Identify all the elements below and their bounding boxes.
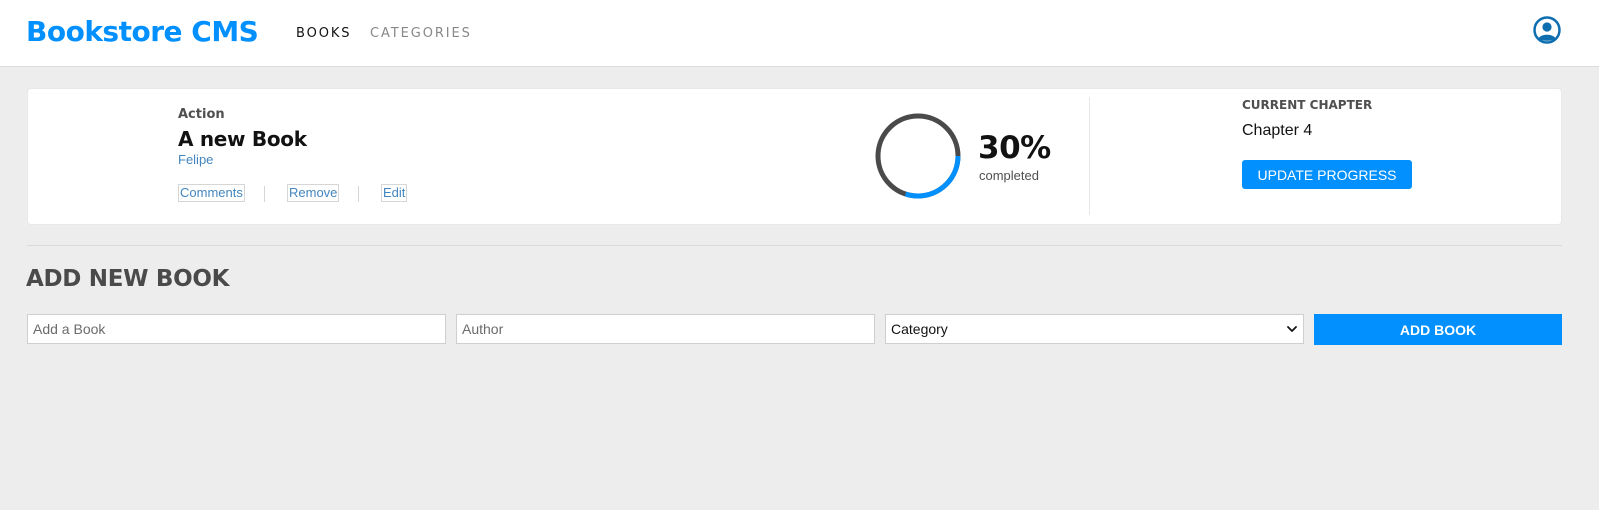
- remove-button[interactable]: Remove: [287, 184, 340, 202]
- section-divider: [27, 245, 1562, 246]
- book-author: Felipe: [178, 152, 214, 167]
- chevron-down-icon: [1287, 326, 1297, 332]
- author-input[interactable]: [456, 314, 875, 344]
- nav-link-categories[interactable]: CATEGORIES: [370, 26, 472, 41]
- action-divider: [358, 186, 359, 202]
- category-select-value: Category: [891, 321, 948, 337]
- progress-ring: [875, 113, 961, 199]
- card-divider: [1089, 97, 1090, 215]
- progress-completed-label: completed: [979, 168, 1039, 183]
- book-title-input[interactable]: [27, 314, 446, 344]
- category-select[interactable]: Category: [885, 314, 1304, 344]
- nav-link-books[interactable]: BOOKS: [296, 26, 351, 41]
- book-card: Action A new Book Felipe Comments Remove…: [27, 88, 1562, 225]
- app-logo[interactable]: Bookstore CMS: [26, 15, 259, 48]
- update-progress-button[interactable]: UPDATE PROGRESS: [1242, 160, 1412, 189]
- comments-button[interactable]: Comments: [178, 184, 245, 202]
- book-genre: Action: [178, 107, 225, 122]
- book-title: A new Book: [178, 127, 307, 151]
- app-header: Bookstore CMS BOOKS CATEGORIES: [0, 0, 1599, 67]
- add-book-title: ADD NEW BOOK: [26, 266, 230, 292]
- user-avatar-icon[interactable]: [1533, 16, 1561, 44]
- action-divider: [264, 186, 265, 202]
- add-book-button[interactable]: ADD BOOK: [1314, 314, 1562, 345]
- progress-percent: 30%: [978, 130, 1051, 166]
- current-chapter-label: CURRENT CHAPTER: [1242, 98, 1373, 112]
- current-chapter: Chapter 4: [1242, 122, 1313, 139]
- edit-button[interactable]: Edit: [381, 184, 408, 202]
